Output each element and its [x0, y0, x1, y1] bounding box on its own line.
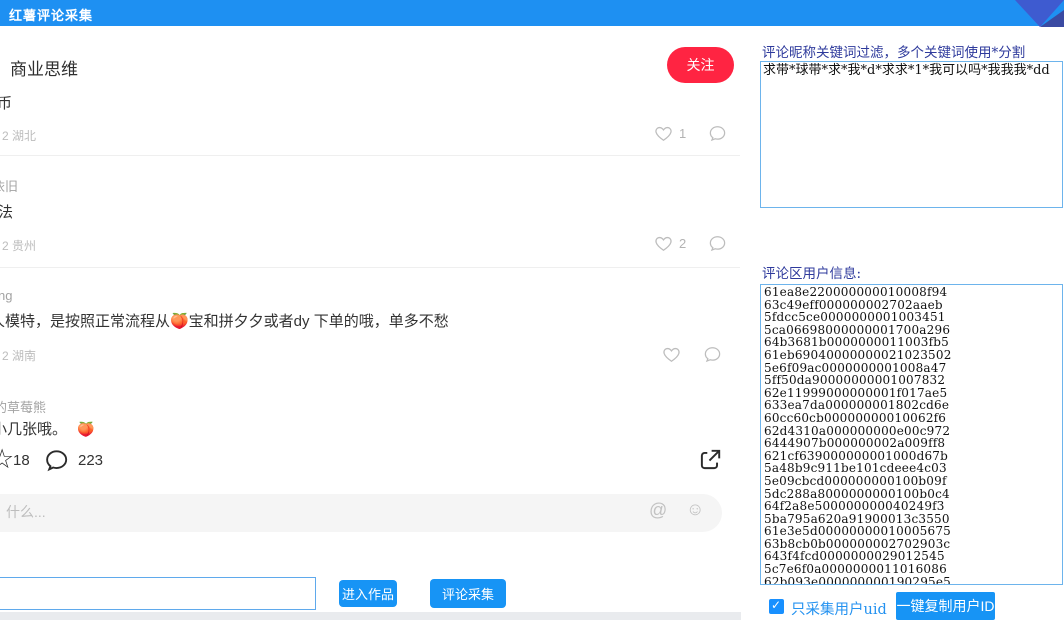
comment-meta: 2 湖南 — [2, 347, 36, 364]
comment-divider — [0, 267, 740, 268]
user-ids-textarea[interactable]: 61ea8e220000000010008f94 63c49eff0000000… — [760, 284, 1063, 585]
comment-username: ng — [0, 288, 12, 303]
comment-like-row — [662, 345, 722, 364]
comment-divider — [0, 155, 740, 156]
heart-icon[interactable] — [662, 345, 681, 364]
comment-meta: 2 贵州 — [2, 237, 36, 254]
comment-username: 依旧 — [0, 176, 18, 195]
comment-like-row: 2 — [654, 234, 727, 253]
comment-bubble-icon[interactable] — [708, 234, 727, 253]
comment-like-row: 1 — [654, 124, 727, 143]
comment-bubble-icon[interactable] — [703, 345, 722, 364]
blush-sticker-emoji: 🍑 — [77, 421, 94, 437]
comment-input-pill[interactable] — [0, 494, 722, 532]
comment-text-value: 小几张哦。 — [0, 421, 67, 438]
like-count: 2 — [679, 236, 686, 251]
comment-bubble-icon[interactable] — [708, 124, 727, 143]
app-title: 红薯评论采集 — [9, 5, 93, 24]
follow-button[interactable]: 关注 — [667, 47, 734, 83]
title-bar: 红薯评论采集 — [0, 0, 1064, 26]
collect-comments-button[interactable]: 评论采集 — [430, 579, 506, 608]
mention-at-icon[interactable]: @ — [649, 500, 667, 521]
comment-text: 法 — [0, 201, 13, 222]
comment-meta: 2 湖北 — [2, 127, 36, 144]
comment-input-placeholder: 什么... — [6, 502, 46, 522]
app-window: 红薯评论采集 商业思维 关注 币 2 湖北 1 依旧 法 2 贵州 2 ng 人… — [0, 0, 1064, 620]
comment-text: 小几张哦。 🍑 — [0, 418, 95, 439]
comments-bubble-icon[interactable] — [44, 448, 69, 473]
comment-username: 的草莓熊 — [0, 397, 46, 416]
share-open-icon[interactable] — [697, 447, 723, 473]
note-title: 商业思维 — [10, 55, 78, 80]
heart-icon[interactable] — [654, 234, 673, 253]
corner-ribbon-fold-decoration — [1040, 10, 1064, 27]
collect-count: 18 — [13, 452, 30, 469]
comment-text: 币 — [0, 92, 12, 113]
filter-keywords-textarea[interactable]: 求带*球带*求*我*d*求求*1*我可以吗*我我我*dd — [760, 61, 1063, 208]
comment-count: 223 — [78, 452, 103, 469]
like-count: 1 — [679, 126, 686, 141]
uid-only-label: 只采集用户uid — [791, 598, 887, 619]
copy-user-ids-button[interactable]: 一键复制用户ID — [896, 592, 995, 620]
heart-icon[interactable] — [654, 124, 673, 143]
bottom-scrollbar-track[interactable] — [0, 612, 741, 620]
uid-only-checkbox[interactable] — [769, 599, 784, 614]
filter-keywords-label: 评论昵称关键词过滤，多个关键词使用*分割 — [762, 41, 1025, 61]
comment-users-label: 评论区用户信息: — [762, 262, 861, 282]
note-url-input[interactable] — [0, 577, 316, 610]
enter-note-button[interactable]: 进入作品 — [339, 580, 397, 607]
emoji-smiley-icon[interactable]: ☺ — [686, 499, 704, 520]
comment-text: 人模特，是按照正常流程从🍑宝和拼夕夕或者dy 下单的哦，单多不愁 — [0, 310, 449, 331]
